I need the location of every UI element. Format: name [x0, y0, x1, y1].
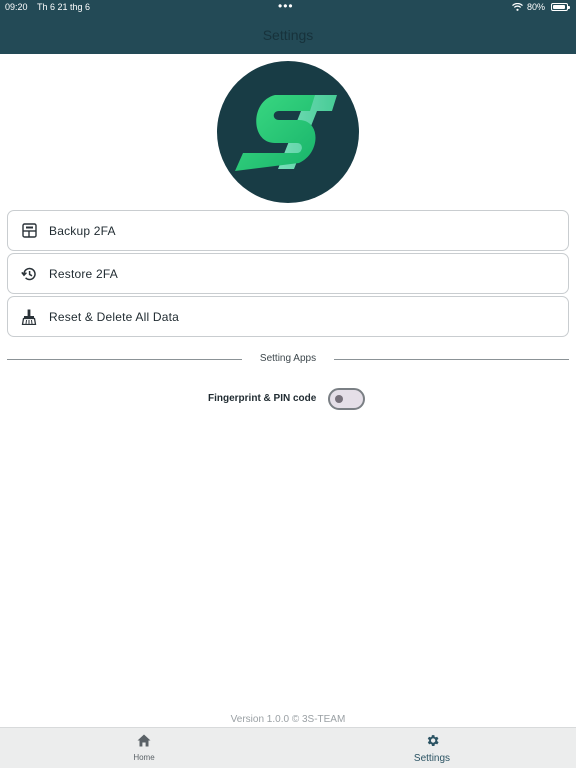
version-text: Version 1.0.0 © 3S-TEAM — [230, 714, 346, 725]
header-bar: 09:20 Th 6 21 thg 6 ••• 80% Settings — [0, 0, 576, 54]
app-logo — [217, 61, 359, 203]
home-icon — [104, 732, 184, 748]
status-right: 80% — [512, 2, 570, 12]
divider-left — [7, 359, 242, 360]
gear-icon — [392, 732, 472, 748]
battery-percent: 80% — [526, 2, 545, 12]
status-bar: 09:20 Th 6 21 thg 6 ••• 80% — [0, 0, 576, 16]
menu-item-label: Restore 2FA — [49, 266, 118, 281]
status-time: 09:20 — [5, 2, 28, 12]
fingerprint-pin-label: Fingerprint & PIN code — [208, 393, 317, 404]
restore-2fa-button[interactable]: Restore 2FA — [7, 253, 569, 294]
broom-icon — [21, 309, 37, 325]
tab-settings-label: Settings — [413, 753, 451, 764]
status-date: Th 6 21 thg 6 — [37, 2, 91, 12]
tab-home[interactable]: Home — [104, 732, 184, 762]
menu-item-label: Backup 2FA — [49, 223, 116, 238]
tab-bar: Home Settings — [0, 727, 576, 768]
backup-icon — [21, 223, 37, 239]
tab-settings[interactable]: Settings — [392, 732, 472, 764]
wifi-icon — [512, 2, 523, 11]
restore-history-icon — [21, 266, 37, 282]
backup-2fa-button[interactable]: Backup 2FA — [7, 210, 569, 251]
page-title: Settings — [262, 27, 314, 43]
section-label: Setting Apps — [259, 353, 317, 364]
divider-right — [334, 359, 569, 360]
reset-delete-all-data-button[interactable]: Reset & Delete All Data — [7, 296, 569, 337]
multitasking-dots[interactable]: ••• — [278, 0, 294, 12]
menu-item-label: Reset & Delete All Data — [49, 309, 179, 324]
battery-icon — [551, 3, 570, 11]
fingerprint-pin-toggle[interactable] — [328, 388, 365, 410]
fingerprint-pin-row: Fingerprint & PIN code — [0, 388, 576, 410]
toggle-knob — [335, 395, 343, 403]
tab-home-label: Home — [133, 753, 155, 762]
